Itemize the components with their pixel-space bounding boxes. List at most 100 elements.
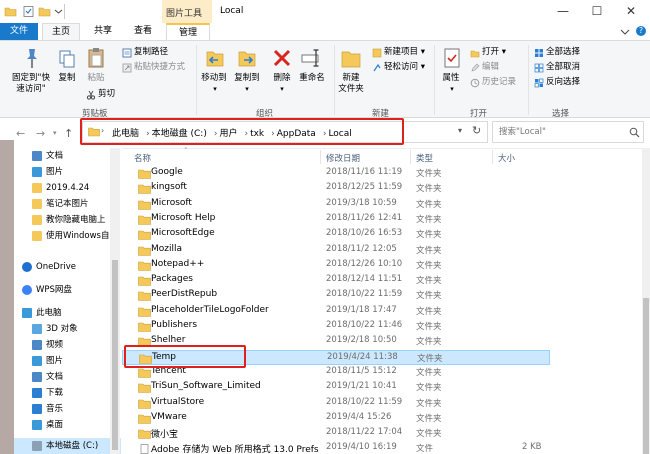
nav-item[interactable]: 图片 xyxy=(14,353,121,369)
nav-item[interactable]: 音乐 xyxy=(14,401,121,417)
new-folder-icon[interactable] xyxy=(38,5,51,18)
tab-manage[interactable]: 管理 xyxy=(166,23,210,40)
new-folder-button[interactable]: 新建 文件夹 xyxy=(334,73,368,95)
table-row[interactable]: Google 2018/11/16 11:19 文件夹 xyxy=(122,166,550,181)
column-name[interactable]: 名称 xyxy=(134,152,151,164)
refresh-icon[interactable]: ↻ xyxy=(472,124,481,137)
delete-button[interactable]: 删除 xyxy=(268,73,296,84)
nav-item[interactable]: 本地磁盘 (C:) xyxy=(14,438,121,454)
nav-item[interactable]: 笔记本图片📌 xyxy=(14,196,121,212)
new-folder-label-line1: 新建 xyxy=(342,73,360,83)
nav-item[interactable]: 视频 xyxy=(14,337,121,353)
copy-to-button[interactable]: 复制到 xyxy=(230,73,264,84)
search-icon[interactable] xyxy=(629,127,640,138)
paste-button[interactable]: 粘贴 xyxy=(82,73,110,84)
maximize-button[interactable]: ☐ xyxy=(580,0,614,23)
nav-item[interactable]: 2019.4.24📌 xyxy=(14,180,121,196)
rename-button[interactable]: 重命名 xyxy=(294,73,330,84)
divider xyxy=(528,45,529,115)
up-arrow-icon[interactable]: ↑ xyxy=(64,127,73,140)
chevron-down-icon[interactable]: ▾ xyxy=(442,84,462,95)
nav-item[interactable]: 下载 xyxy=(14,385,121,401)
divider xyxy=(64,4,65,19)
folder-icon xyxy=(138,230,151,240)
paste-shortcut-button[interactable]: 粘贴快捷方式 xyxy=(134,62,185,73)
minimize-button[interactable]: — xyxy=(546,0,580,23)
nav-item-label: 文档 xyxy=(46,372,64,382)
table-row[interactable]: VMware 2019/4/4 15:26 文件夹 xyxy=(122,411,550,426)
table-row[interactable]: kingsoft 2018/12/25 11:59 文件夹 xyxy=(122,181,550,196)
search-input[interactable] xyxy=(499,125,619,139)
file-list-scrollbar-thumb[interactable] xyxy=(643,298,649,454)
divider[interactable] xyxy=(492,150,493,164)
chevron-down-icon[interactable]: ▾ xyxy=(205,84,225,95)
open-button[interactable]: 打开 ▾ xyxy=(482,47,506,58)
edit-button[interactable]: 编辑 xyxy=(482,62,499,73)
tab-file[interactable]: 文件 xyxy=(0,23,38,40)
help-icon[interactable]: ? xyxy=(636,26,646,36)
nav-item[interactable]: 桌面 xyxy=(14,417,121,433)
properties-button[interactable]: 属性 xyxy=(436,73,466,84)
select-all-button[interactable]: 全部选择 xyxy=(546,47,580,58)
file-name: Microsoft Help xyxy=(151,212,216,223)
table-row[interactable]: Notepad++ 2018/12/26 10:10 文件夹 xyxy=(122,258,550,273)
properties-icon[interactable] xyxy=(22,5,35,18)
close-button[interactable]: ✕ xyxy=(614,0,648,23)
tab-home[interactable]: 主页 xyxy=(42,23,80,40)
table-row[interactable]: Mozilla 2018/11/2 12:05 文件夹 xyxy=(122,243,550,258)
address-history-chevron-icon[interactable]: ▾ xyxy=(458,126,462,135)
history-button[interactable]: 历史记录 xyxy=(482,77,516,88)
table-row[interactable]: VirtualStore 2018/10/22 11:59 文件夹 xyxy=(122,396,550,411)
nav-item[interactable]: 文档📌 xyxy=(14,148,121,164)
nav-item[interactable]: 使用Windows自📌 xyxy=(14,228,121,244)
easy-access-button[interactable]: 轻松访问 ▾ xyxy=(384,62,425,73)
tab-view[interactable]: 查看 xyxy=(124,23,162,40)
divider[interactable] xyxy=(410,150,411,164)
table-row[interactable]: PeerDistRepub 2018/10/22 11:59 文件夹 xyxy=(122,288,550,303)
nav-item-label: 使用Windows自 xyxy=(46,231,110,241)
new-item-button[interactable]: 新建项目 ▾ xyxy=(384,47,425,58)
file-date: 2018/12/26 10:10 xyxy=(326,258,403,269)
chevron-down-icon[interactable]: ▾ xyxy=(272,84,292,95)
column-type[interactable]: 类型 xyxy=(416,152,433,164)
nav-item[interactable]: 教你隐藏电脑上📌 xyxy=(14,212,121,228)
nav-item[interactable]: OneDrive xyxy=(14,259,121,275)
table-row[interactable]: MicrosoftEdge 2018/10/26 16:53 文件夹 xyxy=(122,227,550,242)
nav-item[interactable]: 图片📌 xyxy=(14,164,121,180)
nav-item[interactable]: 此电脑 xyxy=(14,305,121,321)
table-row[interactable]: Publishers 2018/10/22 11:46 文件夹 xyxy=(122,319,550,334)
select-none-button[interactable]: 全部取消 xyxy=(546,62,580,73)
copy-button[interactable]: 复制 xyxy=(54,73,80,84)
table-row[interactable]: TriSun_Software_Limited 2019/1/21 10:41 文件… xyxy=(122,380,550,395)
column-date[interactable]: 修改日期 xyxy=(326,152,360,164)
chevron-down-icon[interactable]: ▾ xyxy=(237,84,257,95)
chevron-down-icon[interactable] xyxy=(620,27,630,37)
table-row[interactable]: 微小宝 2018/11/22 17:04 文件夹 xyxy=(122,426,550,441)
copy-path-button[interactable]: 复制路径 xyxy=(134,47,168,58)
tab-share[interactable]: 共享 xyxy=(84,23,122,40)
divider[interactable] xyxy=(320,150,321,164)
nav-scrollbar-thumb[interactable] xyxy=(112,260,118,450)
pin-to-quick-access-button[interactable]: 固定到"快 速访问" xyxy=(6,73,56,95)
chevron-down-icon[interactable] xyxy=(54,5,63,18)
table-row[interactable]: Packages 2018/12/14 11:51 文件夹 xyxy=(122,273,550,288)
cut-button[interactable]: 剪切 xyxy=(98,89,115,100)
back-arrow-icon[interactable]: ← xyxy=(16,127,25,140)
nav-item-label: 图片 xyxy=(46,167,64,177)
wps-cloud-icon xyxy=(22,285,32,295)
nav-item[interactable]: 文档 xyxy=(14,369,121,385)
invert-selection-button[interactable]: 反向选择 xyxy=(546,77,580,88)
nav-item[interactable]: WPS网盘 xyxy=(14,282,121,298)
file-list: Google 2018/11/16 11:19 文件夹 kingsoft 2018/12… xyxy=(122,166,642,454)
recent-locations-chevron-icon[interactable]: ▾ xyxy=(53,129,57,137)
folder-icon xyxy=(138,429,151,439)
documents-icon xyxy=(32,151,42,161)
table-row[interactable]: PlaceholderTileLogoFolder 2019/1/18 17:47… xyxy=(122,304,550,319)
nav-item[interactable]: 3D 对象 xyxy=(14,321,121,337)
table-row[interactable]: Microsoft 2019/3/18 10:59 文件夹 xyxy=(122,197,550,212)
forward-arrow-icon[interactable]: → xyxy=(36,127,45,140)
table-row[interactable]: Adobe 存储为 Web 所用格式 13.0 Prefs 2019/4/10 1… xyxy=(122,441,550,454)
table-row[interactable]: Microsoft Help 2018/11/26 12:41 文件夹 xyxy=(122,212,550,227)
column-size[interactable]: 大小 xyxy=(498,152,515,164)
move-to-button[interactable]: 移动到 xyxy=(198,73,230,84)
